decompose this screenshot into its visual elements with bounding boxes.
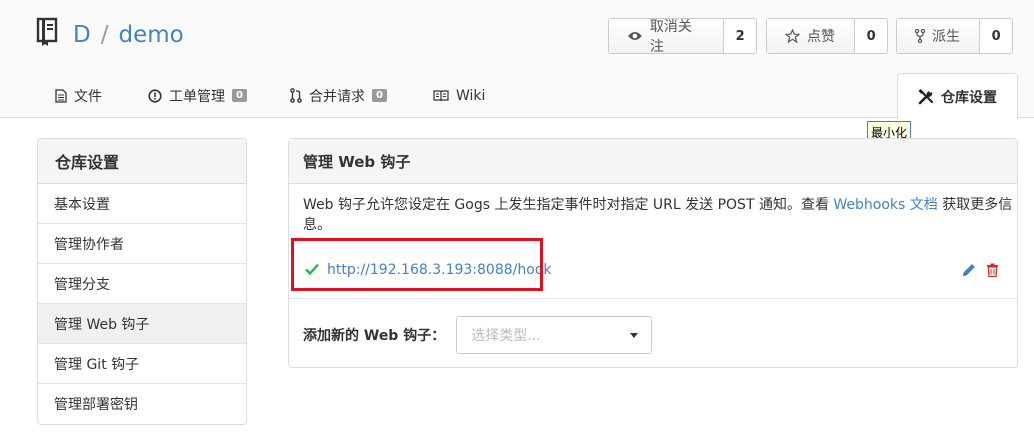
tab-files-label: 文件 [74,88,102,105]
webhooks-panel-title: 管理 Web 钩子 [289,139,1017,184]
sidebar-item-basic-settings[interactable]: 基本设置 [38,184,246,224]
fork-label: 派生 [932,29,960,45]
fork-button[interactable]: 派生 [897,19,981,53]
repo-header: D / demo 取消关注 2 点赞 0 派生 0 文件 工单管理 0 合并请求… [0,0,1034,119]
repo-icon [36,17,58,46]
pull-requests-count-badge: 0 [372,89,387,102]
eye-icon [627,32,642,40]
fork-button-group: 派生 0 [896,18,1013,54]
sidebar-item-deploy-keys[interactable]: 管理部署密钥 [38,384,246,424]
unwatch-label: 取消关注 [649,19,692,55]
tab-wiki-label: Wiki [456,87,486,104]
highlight-box [291,238,543,291]
file-icon [55,88,67,103]
tab-wiki[interactable]: Wiki [433,73,485,118]
watch-count[interactable]: 2 [724,19,756,53]
sidebar-item-git-hooks[interactable]: 管理 Git 钩子 [38,344,246,384]
edit-pencil-icon[interactable] [962,263,976,277]
webhook-type-select[interactable]: 选择类型... [456,316,653,354]
tab-files[interactable]: 文件 [55,73,102,118]
settings-sidebar: 仓库设置 基本设置 管理协作者 管理分支 管理 Web 钩子 管理 Git 钩子… [37,138,247,425]
tab-issues[interactable]: 工单管理 0 [148,73,247,118]
tab-pull-requests-label: 合并请求 [309,88,365,105]
sidebar-title: 仓库设置 [38,139,246,184]
star-count[interactable]: 0 [855,19,887,53]
sidebar-item-webhooks[interactable]: 管理 Web 钩子 [38,304,246,344]
add-webhook-label: 添加新的 Web 钩子： [303,328,446,344]
watch-button-group: 取消关注 2 [608,18,757,55]
fork-count[interactable]: 0 [980,19,1012,53]
sidebar-item-branches[interactable]: 管理分支 [38,264,246,304]
webhook-type-placeholder: 选择类型... [471,328,541,344]
fork-icon [915,29,925,43]
pull-request-icon [290,88,302,103]
chevron-down-icon [630,333,639,338]
repo-tabs: 文件 工单管理 0 合并请求 0 Wiki 仓库设置 [0,73,1034,119]
webhooks-description: Web 钩子允许您设定在 Gogs 上发生指定事件时对指定 URL 发送 POS… [303,195,1015,235]
add-webhook-row: 添加新的 Web 钩子： 选择类型... [303,316,653,354]
tab-settings-label: 仓库设置 [941,89,997,106]
webhooks-description-text: Web 钩子允许您设定在 Gogs 上发生指定事件时对指定 URL 发送 POS… [303,197,834,213]
star-icon [785,29,800,43]
star-button[interactable]: 点赞 [767,19,856,53]
unwatch-button[interactable]: 取消关注 [609,19,725,55]
tools-icon [918,88,934,104]
issue-icon [148,88,162,103]
tab-settings[interactable]: 仓库设置 [897,73,1018,119]
sidebar-item-collaborators[interactable]: 管理协作者 [38,224,246,264]
book-icon [433,89,449,101]
star-label: 点赞 [807,29,835,45]
repo-separator: / [100,22,109,48]
repo-title: D / demo [73,22,184,48]
repo-name-link[interactable]: demo [118,22,183,48]
issues-count-badge: 0 [232,89,247,102]
tab-pull-requests[interactable]: 合并请求 0 [290,73,387,118]
star-button-group: 点赞 0 [766,18,888,54]
delete-trash-icon[interactable] [986,263,999,277]
repo-owner-link[interactable]: D [73,22,91,48]
tab-issues-label: 工单管理 [169,88,225,105]
webhooks-docs-link[interactable]: Webhooks 文档 [833,197,937,213]
